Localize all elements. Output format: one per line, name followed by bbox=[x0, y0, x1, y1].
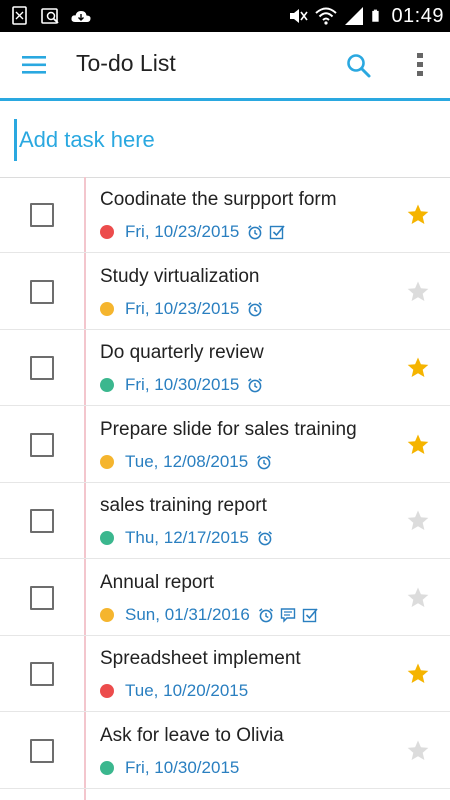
task-row[interactable]: Annual report Sun, 01/31/2016 bbox=[0, 560, 450, 636]
task-checkbox[interactable] bbox=[30, 509, 54, 533]
checklist-icon bbox=[270, 225, 285, 240]
alarm-icon bbox=[248, 225, 263, 240]
task-date: Tue, 10/20/2015 bbox=[125, 681, 249, 700]
image-search-icon bbox=[41, 8, 59, 24]
status-bar: 01:49 bbox=[0, 0, 450, 32]
task-title: Do quarterly review bbox=[100, 342, 264, 363]
more-vert-icon[interactable] bbox=[413, 50, 427, 80]
task-checkbox[interactable] bbox=[30, 662, 54, 686]
task-meta: Tue, 12/08/2015 bbox=[100, 451, 278, 473]
task-meta: Tue, 10/20/2015 bbox=[100, 680, 256, 702]
task-meta: Fri, 10/30/2015 bbox=[100, 374, 269, 396]
star-outline-icon[interactable] bbox=[406, 280, 430, 304]
task-row[interactable]: Prepare slide for sales training Tue, 12/… bbox=[0, 407, 450, 483]
task-date: Fri, 10/23/2015 bbox=[125, 298, 240, 318]
task-date: Tue, 12/08/2015 bbox=[125, 451, 249, 471]
task-checkbox[interactable] bbox=[30, 356, 54, 380]
cloud-download-icon bbox=[71, 11, 91, 22]
wifi-icon bbox=[315, 7, 338, 25]
star-filled-icon[interactable] bbox=[406, 356, 430, 380]
task-title: Study virtualization bbox=[100, 265, 260, 287]
task-checkbox[interactable] bbox=[30, 585, 54, 610]
task-checkbox[interactable] bbox=[30, 203, 54, 227]
task-title: Spreadsheet implement bbox=[100, 648, 301, 669]
task-date: Thu, 12/17/2015 bbox=[125, 528, 249, 547]
alarm-icon bbox=[258, 607, 273, 622]
search-icon[interactable] bbox=[345, 52, 373, 80]
page-title: To-do List bbox=[76, 50, 176, 76]
task-meta: Thu, 12/17/2015 bbox=[100, 527, 279, 549]
status-time: 01:49 bbox=[391, 5, 444, 27]
task-checkbox[interactable] bbox=[30, 738, 54, 763]
task-meta: Fri, 10/23/2015 bbox=[100, 221, 291, 243]
task-title: Prepare slide for sales training bbox=[100, 418, 357, 440]
task-list: Coodinate the surpport form Fri, 10/23/20… bbox=[0, 177, 450, 800]
task-title: Ask for leave to Olivia bbox=[100, 724, 284, 746]
task-row[interactable]: Spreadsheet implement Tue, 10/20/2015 bbox=[0, 636, 450, 712]
sim-card-icon bbox=[12, 6, 27, 25]
add-task-bar bbox=[0, 101, 450, 178]
alarm-icon bbox=[248, 301, 263, 316]
priority-dot bbox=[100, 607, 114, 622]
status-right-icons: 01:49 bbox=[287, 4, 444, 28]
star-filled-icon[interactable] bbox=[406, 433, 430, 457]
priority-dot bbox=[100, 531, 114, 545]
alarm-icon bbox=[248, 378, 263, 393]
star-filled-icon[interactable] bbox=[406, 203, 430, 227]
task-title: sales training report bbox=[100, 495, 267, 516]
priority-dot bbox=[100, 454, 114, 469]
task-date: Fri, 10/30/2015 bbox=[125, 757, 240, 777]
add-task-input[interactable] bbox=[14, 119, 441, 161]
priority-dot bbox=[100, 760, 114, 775]
hamburger-menu-icon[interactable] bbox=[20, 52, 50, 78]
task-checkbox[interactable] bbox=[30, 279, 54, 304]
alarm-icon bbox=[257, 531, 272, 546]
priority-dot bbox=[100, 225, 114, 239]
task-meta: Sun, 01/31/2016 bbox=[100, 604, 324, 626]
task-row[interactable]: Do quarterly review Fri, 10/30/2015 bbox=[0, 330, 450, 406]
task-date: Fri, 10/30/2015 bbox=[125, 375, 240, 394]
task-row[interactable]: sales training report Thu, 12/17/2015 bbox=[0, 483, 450, 559]
signal-icon bbox=[345, 7, 364, 25]
star-filled-icon[interactable] bbox=[406, 662, 430, 686]
star-outline-icon[interactable] bbox=[406, 586, 430, 610]
task-title: Coodinate the surpport form bbox=[100, 189, 337, 210]
priority-dot bbox=[100, 378, 114, 392]
status-left-icons bbox=[10, 5, 92, 27]
task-title: Annual report bbox=[100, 571, 215, 593]
task-meta: Fri, 10/30/2015 bbox=[100, 757, 247, 779]
task-row[interactable]: Ask for leave to Olivia Fri, 10/30/2015 bbox=[0, 713, 450, 789]
star-outline-icon[interactable] bbox=[406, 509, 430, 533]
battery-icon bbox=[372, 9, 380, 22]
priority-dot bbox=[100, 684, 114, 698]
checklist-icon bbox=[302, 607, 318, 622]
task-date: Fri, 10/23/2015 bbox=[125, 222, 240, 241]
task-row[interactable]: Coodinate the surpport form Fri, 10/23/20… bbox=[0, 177, 450, 253]
task-date: Sun, 01/31/2016 bbox=[125, 604, 250, 624]
app-bar: To-do List bbox=[0, 32, 450, 101]
mute-icon bbox=[290, 9, 309, 23]
star-outline-icon[interactable] bbox=[406, 739, 430, 763]
priority-dot bbox=[100, 301, 114, 316]
task-checkbox[interactable] bbox=[30, 432, 54, 457]
alarm-icon bbox=[257, 454, 272, 469]
comment-icon bbox=[280, 607, 295, 623]
task-meta: Fri, 10/23/2015 bbox=[100, 298, 269, 320]
task-row[interactable]: Study virtualization Fri, 10/23/2015 bbox=[0, 254, 450, 330]
